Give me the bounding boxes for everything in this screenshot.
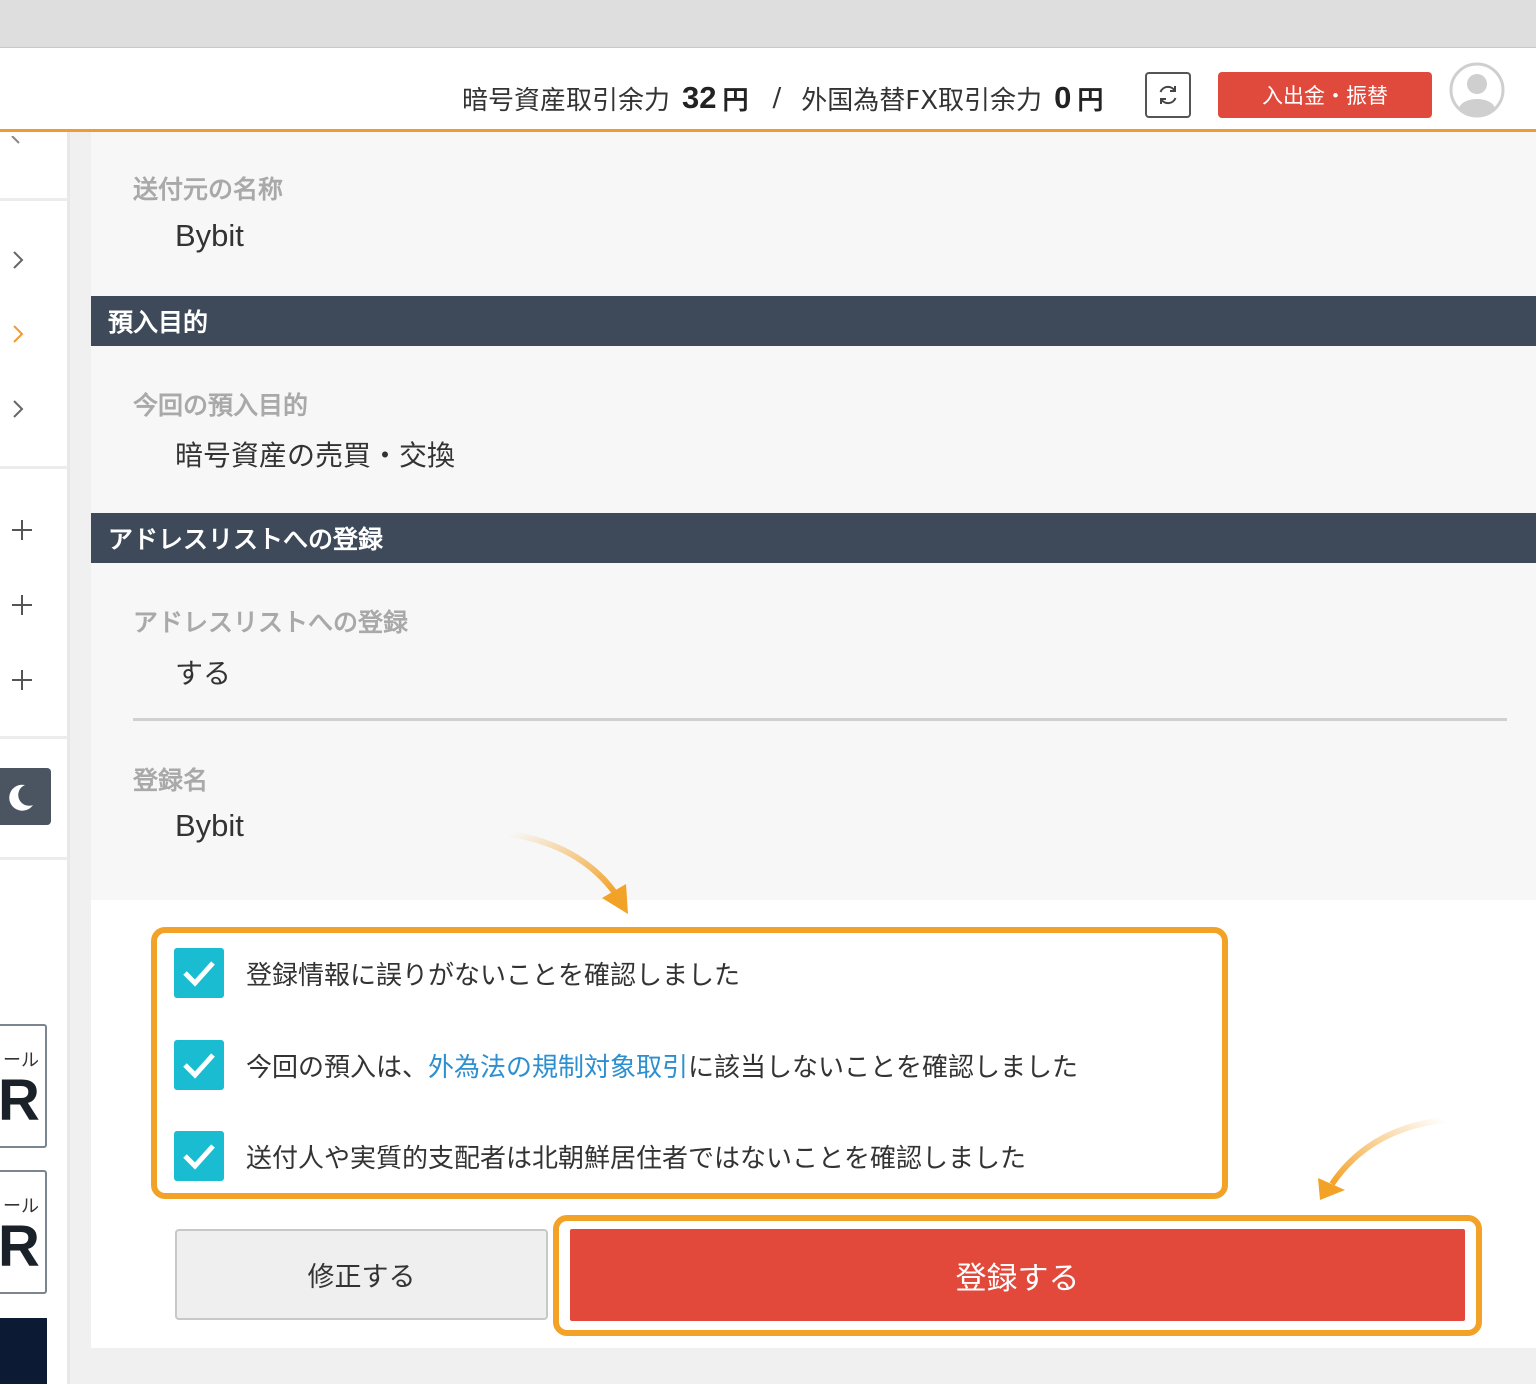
sidebar-item-collapsed[interactable]	[0, 132, 68, 152]
left-sidebar: ール R ール R	[0, 132, 70, 1384]
edit-button[interactable]: 修正する	[175, 1229, 548, 1320]
registration-name-value: Bybit	[175, 808, 244, 843]
crypto-balance-unit: 円	[722, 85, 749, 116]
register-button[interactable]: 登録する	[570, 1229, 1465, 1321]
confirm-check-2-text-after: に該当しないことを確認しました	[688, 1052, 1079, 1083]
sidebar-banner-1[interactable]: ール R	[0, 1024, 47, 1148]
user-avatar[interactable]	[1449, 62, 1505, 118]
crypto-balance-label: 暗号資産取引余力	[462, 85, 671, 116]
top-header: 暗号資産取引余力 32 円 / 外国為替FX取引余力 0 円 入出金・振替	[0, 48, 1536, 132]
fx-balance-unit: 円	[1077, 85, 1104, 116]
sidebar-divider	[0, 857, 68, 860]
sidebar-divider	[0, 736, 68, 739]
sidebar-banner-2[interactable]: ール R	[0, 1170, 47, 1294]
sidebar-expand-2[interactable]	[0, 585, 68, 625]
address-list-register-value: する	[175, 657, 232, 690]
deposit-transfer-button[interactable]: 入出金・振替	[1218, 72, 1432, 118]
purpose-block: 今回の預入目的 暗号資産の売買・交換	[91, 346, 1536, 513]
balance-separator: /	[772, 83, 782, 113]
plus-icon	[12, 595, 32, 615]
chevron-down-icon	[11, 136, 20, 144]
sidebar-item-1[interactable]	[0, 240, 68, 280]
checkbox[interactable]	[174, 1040, 224, 1090]
sidebar-divider	[0, 466, 68, 469]
refresh-button[interactable]	[1145, 72, 1191, 118]
confirmation-panel: 送付元の名称 Bybit 預入目的 今回の預入目的 暗号資産の売買・交換 アドレ…	[91, 132, 1536, 1348]
user-avatar-icon	[1449, 62, 1505, 118]
checkbox[interactable]	[174, 1131, 224, 1181]
checkmark-icon	[183, 1144, 215, 1170]
dark-mode-toggle[interactable]	[0, 768, 51, 825]
sidebar-divider	[0, 198, 68, 201]
checkmark-icon	[183, 1053, 215, 1079]
banner-big-text: R	[0, 1068, 40, 1133]
fx-balance-amount: 0	[1054, 80, 1072, 115]
confirm-check-1[interactable]: 登録情報に誤りがないことを確認しました	[174, 948, 740, 998]
moon-icon	[8, 784, 33, 811]
crypto-balance-amount: 32	[682, 80, 717, 115]
address-list-block: アドレスリストへの登録 する 登録名 Bybit	[91, 563, 1536, 900]
purpose-value: 暗号資産の売買・交換	[175, 439, 456, 472]
sender-name-label: 送付元の名称	[133, 175, 284, 204]
sidebar-banner-image[interactable]	[0, 1318, 47, 1384]
chevron-right-icon	[13, 325, 24, 343]
sidebar-expand-1[interactable]	[0, 510, 68, 550]
checkbox[interactable]	[174, 948, 224, 998]
confirm-check-3-label: 送付人や実質的支配者は北朝鮮居住者ではないことを確認しました	[246, 1143, 1027, 1174]
confirm-check-3[interactable]: 送付人や実質的支配者は北朝鮮居住者ではないことを確認しました	[174, 1131, 1026, 1181]
banner-big-text: R	[0, 1214, 40, 1279]
section-header-purpose: 預入目的	[91, 296, 1536, 346]
browser-chrome-bar	[0, 0, 1536, 48]
registration-name-label: 登録名	[133, 766, 209, 795]
fx-balance-label: 外国為替FX取引余力	[801, 85, 1043, 116]
address-list-register-label: アドレスリストへの登録	[133, 608, 409, 637]
balance-summary: 暗号資産取引余力 32 円 / 外国為替FX取引余力 0 円	[462, 78, 1103, 118]
confirm-check-1-label: 登録情報に誤りがないことを確認しました	[246, 960, 741, 991]
sender-name-value: Bybit	[175, 218, 244, 253]
sidebar-expand-3[interactable]	[0, 660, 68, 700]
confirm-check-2-label: 今回の預入は、外為法の規制対象取引に該当しないことを確認しました	[246, 1047, 1078, 1084]
purpose-label: 今回の預入目的	[133, 391, 309, 420]
chevron-right-icon	[13, 251, 24, 269]
confirm-check-2-text-before: 今回の預入は、	[246, 1052, 429, 1083]
section-header-address-list: アドレスリストへの登録	[91, 513, 1536, 563]
plus-icon	[12, 520, 32, 540]
app-window: 暗号資産取引余力 32 円 / 外国為替FX取引余力 0 円 入出金・振替 ール…	[0, 0, 1536, 1384]
chevron-right-icon	[13, 400, 24, 418]
checkmark-icon	[183, 961, 215, 987]
plus-icon	[12, 670, 32, 690]
sidebar-item-2-active[interactable]	[0, 314, 68, 354]
sidebar-item-3[interactable]	[0, 389, 68, 429]
regulation-link[interactable]: 外為法の規制対象取引	[428, 1053, 688, 1083]
refresh-icon	[1159, 85, 1177, 105]
field-divider	[133, 718, 1507, 721]
confirm-check-2[interactable]: 今回の預入は、外為法の規制対象取引に該当しないことを確認しました	[174, 1040, 1078, 1090]
sender-block: 送付元の名称 Bybit	[91, 132, 1536, 296]
